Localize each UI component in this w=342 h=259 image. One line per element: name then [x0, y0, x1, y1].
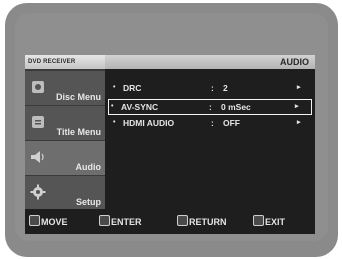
help-bar: MOVE ENTER RETURN EXIT — [25, 209, 315, 234]
chevron-right-icon: ▸ — [297, 84, 301, 91]
sidebar-item-setup[interactable]: Setup — [25, 176, 105, 210]
help-move-label: MOVE — [41, 217, 68, 227]
menu-row-hdmi-audio[interactable]: • HDMI AUDIO : OFF ▸ — [111, 116, 311, 130]
row-colon: : — [211, 83, 214, 93]
sidebar-item-label: Title Menu — [56, 127, 101, 137]
row-value: OFF — [223, 118, 240, 128]
menu-row-drc[interactable]: • DRC : 2 ▸ — [111, 81, 311, 95]
bullet: • — [111, 103, 114, 110]
help-enter-label: ENTER — [111, 217, 142, 227]
tv-glass: DVD RECEIVER AUDIO Disc Menu Title Menu — [15, 13, 328, 241]
sidebar-item-audio[interactable]: Audio — [25, 141, 105, 175]
settings-panel: • DRC : 2 ▸ • AV-SYNC : 0 mSec ▸ • HDMI … — [105, 69, 315, 209]
sidebar-item-label: Audio — [75, 162, 102, 172]
title-bar: DVD RECEIVER AUDIO — [25, 55, 315, 69]
row-name: DRC — [123, 83, 142, 93]
row-colon: : — [209, 102, 212, 112]
enter-key-icon — [99, 215, 110, 226]
row-name: HDMI AUDIO — [123, 118, 175, 128]
menu-row-av-sync[interactable]: • AV-SYNC : 0 mSec ▸ — [108, 99, 312, 115]
exit-key-icon — [253, 215, 264, 226]
bullet: • — [113, 119, 116, 126]
help-exit-label: EXIT — [265, 217, 286, 227]
row-name: AV-SYNC — [121, 102, 159, 112]
help-return-label: RETURN — [189, 217, 227, 227]
move-key-icon — [29, 215, 40, 226]
speaker-icon — [31, 151, 44, 163]
return-key-icon — [177, 215, 188, 226]
sidebar-item-label: Setup — [75, 197, 101, 207]
section-label: AUDIO — [280, 57, 309, 67]
chevron-right-icon: ▸ — [297, 119, 301, 126]
osd-screen: DVD RECEIVER AUDIO Disc Menu Title Menu — [25, 55, 315, 234]
chevron-right-icon: ▸ — [295, 103, 299, 110]
row-colon: : — [211, 118, 214, 128]
row-value: 0 mSec — [221, 102, 251, 112]
bullet: • — [113, 84, 116, 91]
disc-icon — [32, 81, 44, 93]
sidebar-item-title-menu[interactable]: Title Menu — [25, 106, 105, 140]
help-return: RETURN — [177, 214, 227, 230]
sidebar-item-label: Disc Menu — [55, 92, 101, 102]
title-icon — [32, 116, 44, 128]
gear-icon — [30, 184, 46, 200]
help-move: MOVE — [29, 214, 68, 230]
sidebar: Disc Menu Title Menu Audio Setup — [25, 69, 105, 210]
help-exit: EXIT — [253, 214, 285, 230]
sidebar-item-disc-menu[interactable]: Disc Menu — [25, 71, 105, 105]
help-enter: ENTER — [99, 214, 142, 230]
device-label: DVD RECEIVER — [25, 55, 105, 69]
row-value: 2 — [223, 83, 228, 93]
